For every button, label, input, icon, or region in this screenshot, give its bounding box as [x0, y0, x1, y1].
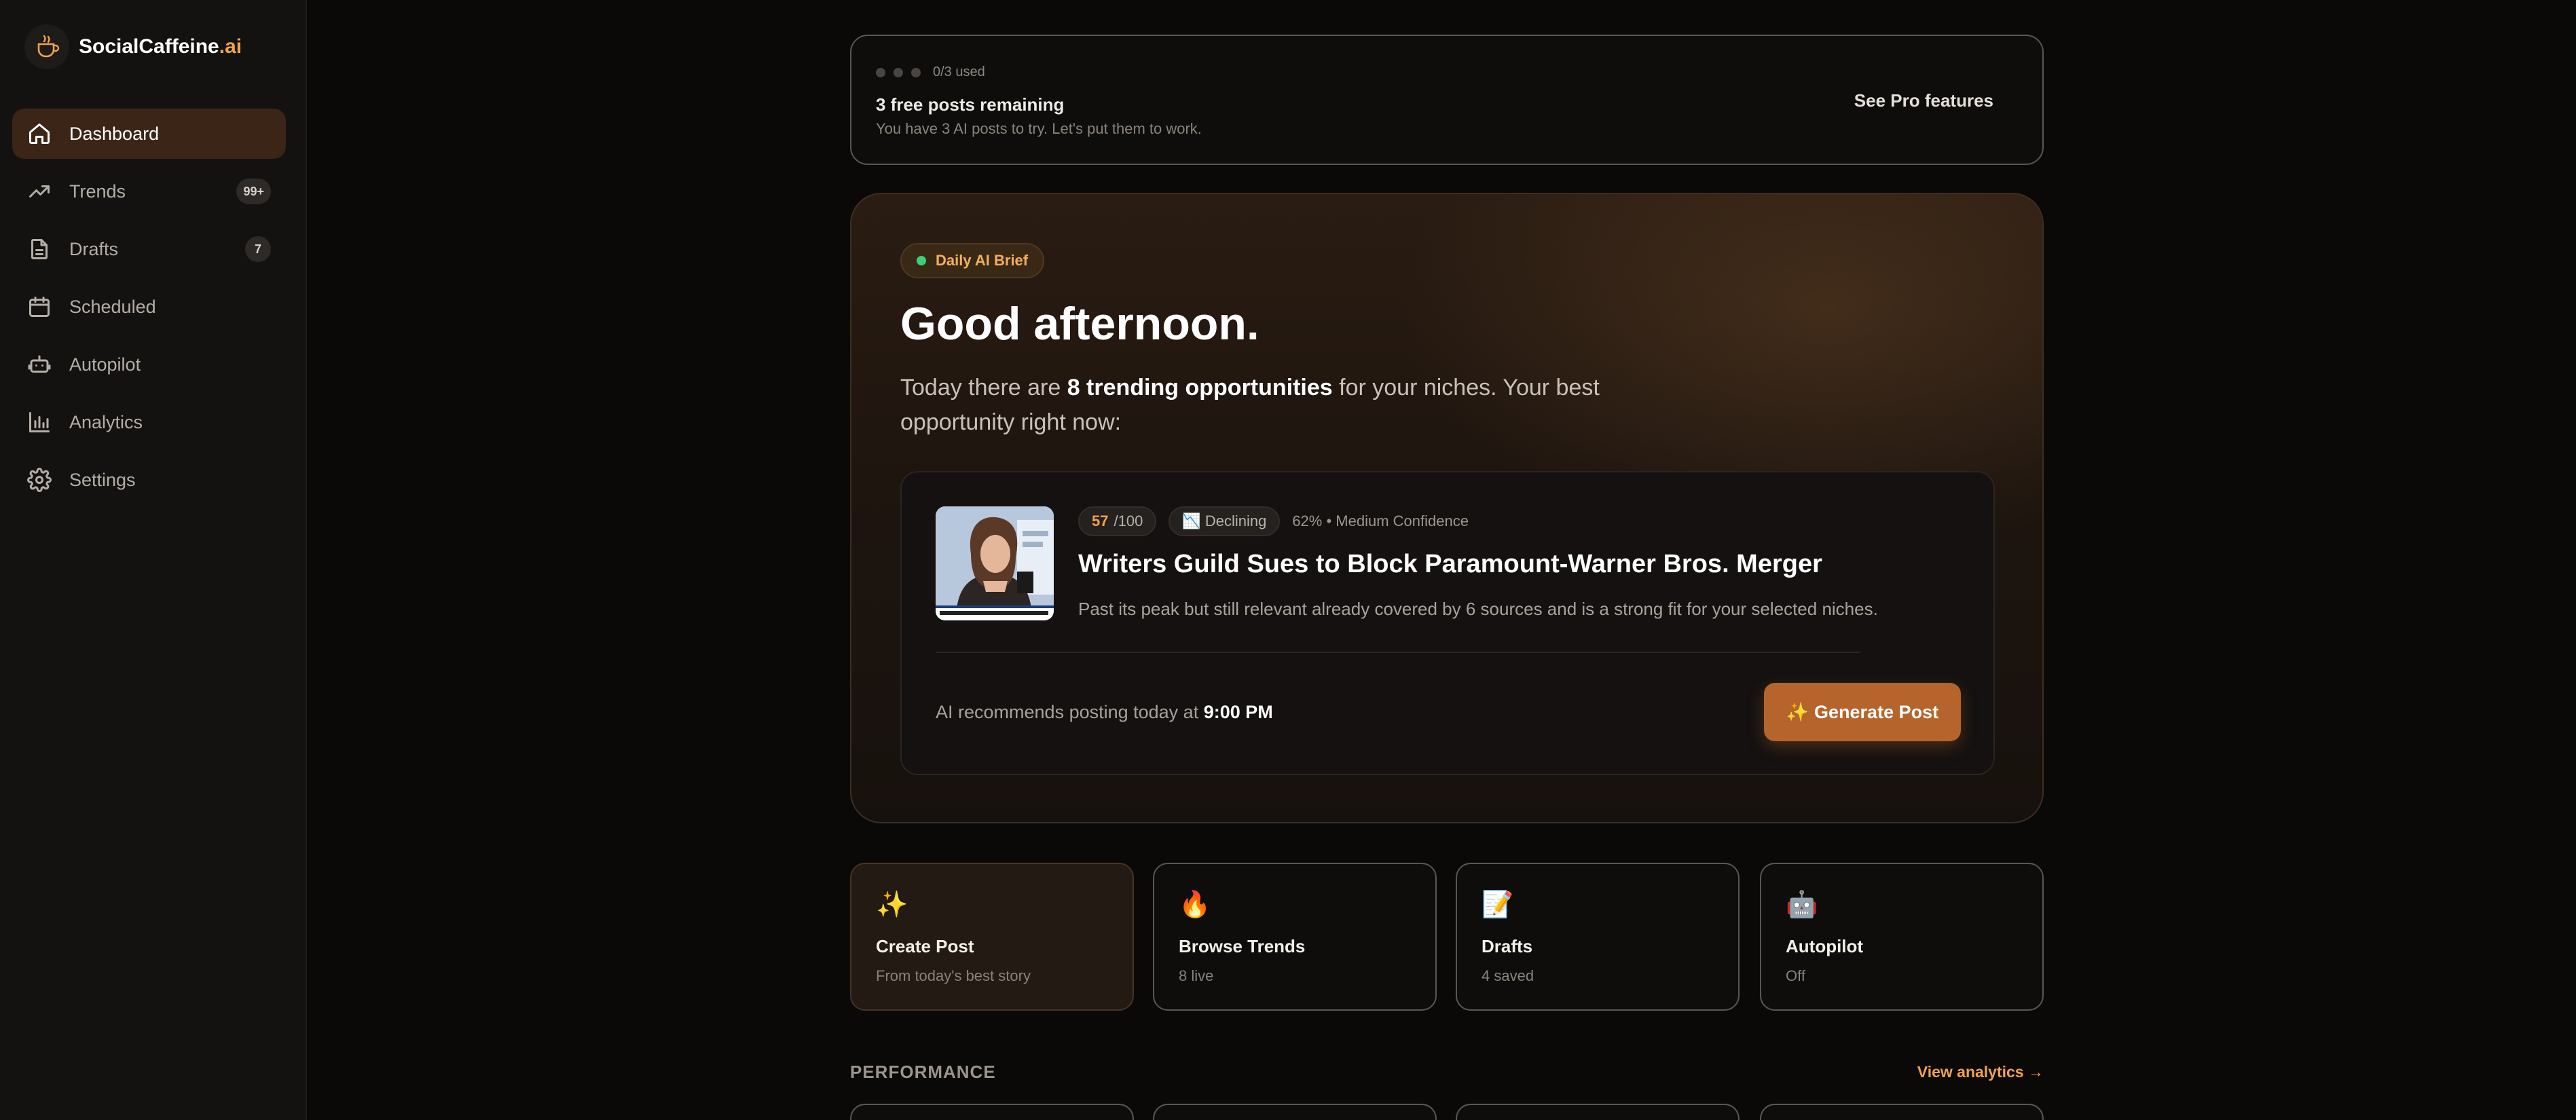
- free-posts-title: 3 free posts remaining: [876, 94, 1065, 115]
- sidebar-item-label: Trends: [69, 181, 126, 202]
- document-icon: [26, 236, 53, 263]
- bar-chart-icon: [26, 409, 53, 436]
- sidebar-item-trends[interactable]: Trends 99+: [12, 166, 286, 217]
- divider: [936, 652, 1860, 653]
- sidebar-item-label: Scheduled: [69, 296, 156, 317]
- quick-card-title: Autopilot: [1786, 936, 1864, 956]
- quick-card-title: Drafts: [1482, 936, 1533, 956]
- view-analytics-link[interactable]: View analytics →: [1917, 1063, 2044, 1081]
- confidence-text: 62% • Medium Confidence: [1292, 512, 1469, 529]
- quick-card-subtitle: 8 live: [1179, 967, 1214, 984]
- sidebar-item-label: Drafts: [69, 238, 119, 259]
- autopilot-card[interactable]: 🤖 Autopilot Off: [1760, 863, 2044, 1011]
- usage-count: 0/3 used: [933, 64, 985, 79]
- sidebar-item-label: Analytics: [69, 411, 143, 432]
- usage-indicator: 0/3 used: [876, 64, 985, 80]
- performance-card: [1760, 1104, 2044, 1120]
- opportunity-meta: 57/100 📉 Declining 62% • Medium Confiden…: [1078, 506, 1469, 536]
- sidebar-item-scheduled[interactable]: Scheduled: [12, 282, 286, 332]
- quick-card-title: Browse Trends: [1179, 936, 1306, 956]
- performance-section-title: PERFORMANCE: [850, 1062, 996, 1082]
- brief-summary: Today there are 8 trending opportunities…: [900, 375, 1600, 435]
- fire-icon: 🔥: [1179, 891, 1211, 919]
- top-opportunity-card[interactable]: 57/100 📉 Declining 62% • Medium Confiden…: [900, 471, 1995, 775]
- sidebar-item-analytics[interactable]: Analytics: [12, 397, 286, 447]
- live-dot-icon: [917, 256, 926, 265]
- performance-card: [1456, 1104, 1740, 1120]
- home-icon: [26, 120, 53, 147]
- browse-trends-card[interactable]: 🔥 Browse Trends 8 live: [1153, 863, 1437, 1011]
- quick-card-subtitle: Off: [1786, 967, 1805, 984]
- posting-recommendation: AI recommends posting today at 9:00 PM: [936, 702, 1273, 722]
- sparkles-icon: ✨: [876, 891, 908, 919]
- usage-dot: [911, 67, 921, 77]
- performance-card: [1153, 1104, 1437, 1120]
- daily-brief-card: Daily AI Brief Good afternoon. Today the…: [850, 193, 2044, 823]
- quick-card-subtitle: From today's best story: [876, 967, 1031, 984]
- performance-card: [850, 1104, 1134, 1120]
- quick-card-subtitle: 4 saved: [1482, 967, 1534, 984]
- robot-icon: 🤖: [1786, 891, 1818, 919]
- drafts-count-badge: 7: [245, 236, 271, 262]
- sidebar-item-label: Settings: [69, 469, 136, 490]
- see-pro-features-link[interactable]: See Pro features: [1854, 90, 1993, 111]
- opportunity-description: Past its peak but still relevant already…: [1078, 599, 1878, 619]
- free-posts-card: 0/3 used 3 free posts remaining You have…: [850, 35, 2044, 165]
- news-thumbnail-image: [936, 506, 1054, 620]
- robot-icon: [26, 351, 53, 378]
- memo-icon: 📝: [1482, 891, 1514, 919]
- sidebar-item-label: Autopilot: [69, 354, 141, 375]
- sidebar: SocialCaffeine.ai Dashboard Trends 99+ D…: [0, 0, 307, 1120]
- sidebar-item-drafts[interactable]: Drafts 7: [12, 224, 286, 274]
- free-posts-subtitle: You have 3 AI posts to try. Let's put th…: [876, 120, 1202, 137]
- sidebar-item-settings[interactable]: Settings: [12, 455, 286, 505]
- gear-icon: [26, 466, 53, 493]
- score-chip: 57/100: [1078, 506, 1157, 536]
- opportunity-title[interactable]: Writers Guild Sues to Block Paramount-Wa…: [1078, 550, 1822, 579]
- calendar-icon: [26, 293, 53, 320]
- sidebar-item-autopilot[interactable]: Autopilot: [12, 339, 286, 390]
- sidebar-item-dashboard[interactable]: Dashboard: [12, 109, 286, 159]
- sidebar-nav: Dashboard Trends 99+ Drafts 7 Scheduled: [12, 109, 286, 512]
- sidebar-item-label: Dashboard: [69, 123, 160, 144]
- generate-post-button[interactable]: ✨ Generate Post: [1764, 683, 1961, 741]
- brand[interactable]: SocialCaffeine.ai: [24, 24, 242, 69]
- quick-card-title: Create Post: [876, 936, 974, 956]
- drafts-card[interactable]: 📝 Drafts 4 saved: [1456, 863, 1740, 1011]
- coffee-cup-logo-icon: [24, 24, 69, 69]
- usage-dot: [876, 67, 885, 77]
- usage-dot: [894, 67, 903, 77]
- greeting-heading: Good afternoon.: [900, 298, 1259, 350]
- brand-name: SocialCaffeine.ai: [79, 35, 242, 58]
- create-post-card[interactable]: ✨ Create Post From today's best story: [850, 863, 1134, 1011]
- trending-up-icon: [26, 178, 53, 205]
- trend-status-chip: 📉 Declining: [1169, 506, 1281, 536]
- daily-ai-brief-pill: Daily AI Brief: [900, 243, 1045, 278]
- trends-count-badge: 99+: [236, 179, 271, 204]
